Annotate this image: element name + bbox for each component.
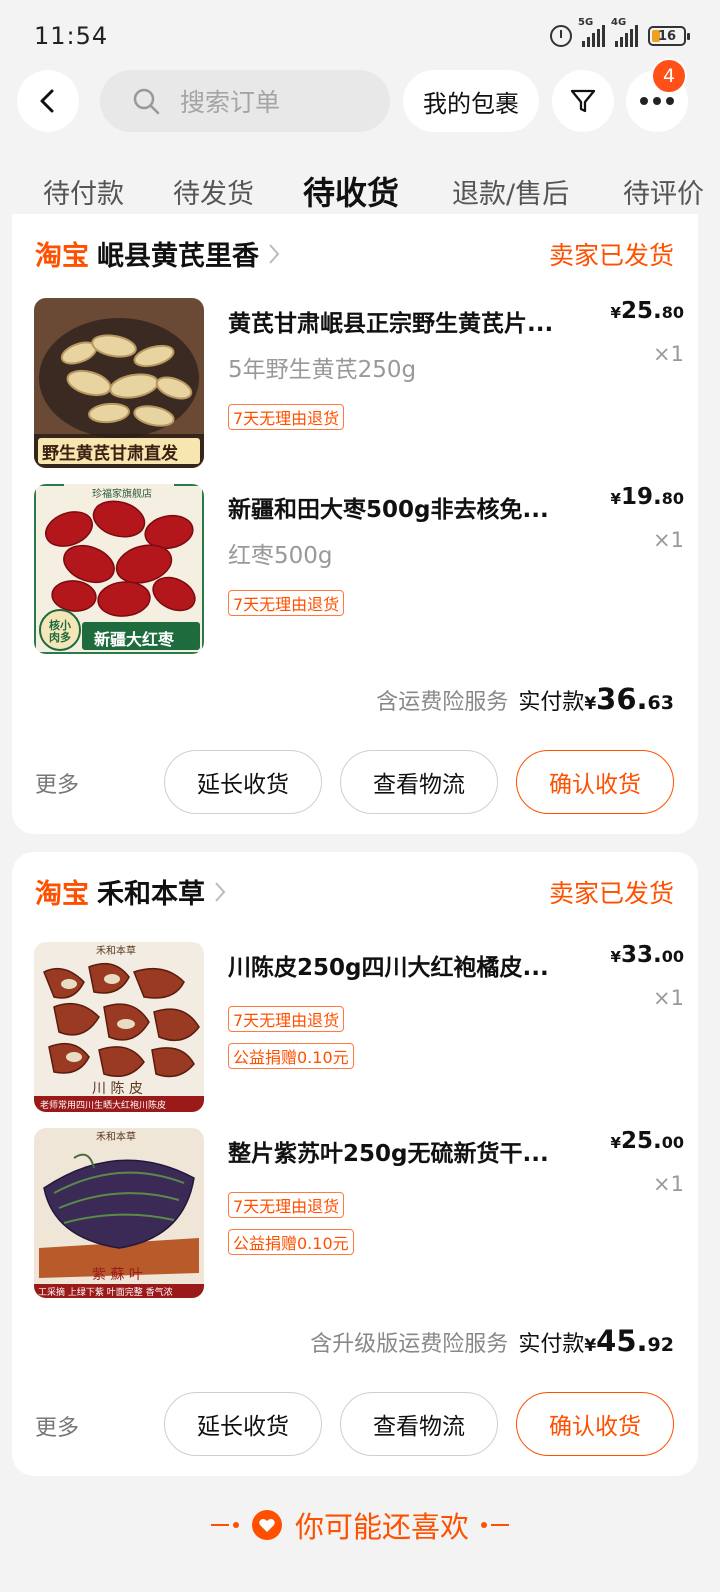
insurance-label: 含运费险服务 <box>376 690 509 715</box>
paid-label: 实付款 <box>518 1332 585 1357</box>
return-policy-tag: 7天无理由退货 <box>228 404 345 430</box>
thumb-store-label: 珍福家旗舰店 <box>92 489 152 500</box>
decor-right <box>481 1522 509 1528</box>
order-item[interactable]: 珍福家旗舰店 核小肉多 新疆大红枣 新疆和田大枣500g非去核免... 红枣50… <box>34 484 684 656</box>
shipping-status: 卖家已发货 <box>548 879 674 908</box>
signal-4g-icon: 4G <box>611 17 638 47</box>
thumb-caption: 川 陈 皮 <box>92 1081 143 1097</box>
product-quantity: ×1 <box>653 1172 684 1196</box>
more-link[interactable]: 更多 <box>35 767 79 799</box>
platform-label: 淘宝 <box>35 879 89 910</box>
product-sku: 红枣500g <box>228 543 333 569</box>
product-price: ¥33.00 <box>610 942 684 968</box>
tab-pending-payment[interactable]: 待付款 <box>43 172 124 211</box>
product-image[interactable]: 禾和本草 川 陈 皮 老师常用四川生晒大红袍川陈皮 <box>34 942 204 1112</box>
search-icon <box>133 88 160 115</box>
status-bar: 11:54 5G 4G 16 <box>0 0 720 72</box>
charity-tag: 公益捐赠0.10元 <box>228 1229 354 1255</box>
order-item[interactable]: 禾和本草 紫 蘇 叶 工采摘 上绿下紫 叶面完整 香气浓 整片紫苏叶250g无硫… <box>34 1128 684 1300</box>
thumb-brand: 禾和本草 <box>96 1132 136 1143</box>
thumb-caption: 新疆大红枣 <box>94 630 175 649</box>
order-total: 含升级版运费险服务 实付款 ¥ 45. 92 <box>310 1324 674 1358</box>
view-logistics-button[interactable]: 查看物流 <box>340 750 498 814</box>
product-title[interactable]: 川陈皮250g四川大红袍橘皮... <box>228 948 588 982</box>
tab-refund[interactable]: 退款/售后 <box>452 172 569 211</box>
product-title[interactable]: 黄芪甘肃岷县正宗野生黄芪片... <box>228 304 588 338</box>
extend-receipt-button[interactable]: 延长收货 <box>164 750 322 814</box>
filter-icon <box>570 89 596 113</box>
paid-amount: 36. <box>596 682 648 716</box>
more-dots-icon <box>640 97 674 105</box>
shop-name: 禾和本草 <box>97 879 205 910</box>
shop-header[interactable]: 淘宝 岷县黄芪里香 <box>35 234 281 273</box>
order-card: 淘宝 禾和本草 卖家已发货 禾和本草 川 陈 皮 老师常用四川生晒大红袍川陈皮 … <box>12 852 698 1476</box>
insurance-label: 含升级版运费险服务 <box>310 1332 509 1357</box>
alarm-icon <box>550 25 572 47</box>
tab-pending-shipment[interactable]: 待发货 <box>173 172 254 211</box>
thumb-strip: 工采摘 上绿下紫 叶面完整 香气浓 <box>38 1288 173 1298</box>
chevron-right-icon <box>215 881 226 902</box>
confirm-receipt-button[interactable]: 确认收货 <box>516 750 674 814</box>
search-placeholder: 搜索订单 <box>180 88 281 117</box>
order-tabs: 待付款 待发货 待收货 退款/售后 待评价 <box>0 160 720 220</box>
shop-header[interactable]: 淘宝 禾和本草 <box>35 872 227 911</box>
thumb-caption: 紫 蘇 叶 <box>92 1267 143 1283</box>
thumb-brand: 禾和本草 <box>96 946 136 957</box>
product-title[interactable]: 整片紫苏叶250g无硫新货干... <box>228 1134 588 1168</box>
product-title[interactable]: 新疆和田大枣500g非去核免... <box>228 490 588 524</box>
confirm-receipt-button[interactable]: 确认收货 <box>516 1392 674 1456</box>
search-input[interactable]: 搜索订单 <box>100 70 390 132</box>
paid-label: 实付款 <box>518 690 585 715</box>
product-image[interactable]: 野生黄芪甘肃直发 <box>34 298 204 468</box>
thumb-strip: 老师常用四川生晒大红袍川陈皮 <box>40 1101 167 1111</box>
product-image[interactable]: 珍福家旗舰店 核小肉多 新疆大红枣 <box>34 484 204 654</box>
product-price: ¥25.80 <box>610 298 684 324</box>
heart-icon <box>251 1510 282 1540</box>
product-quantity: ×1 <box>653 528 684 552</box>
paid-amount: 45. <box>596 1324 648 1358</box>
product-price: ¥25.00 <box>610 1128 684 1154</box>
product-price: ¥19.80 <box>610 484 684 510</box>
charity-tag: 公益捐赠0.10元 <box>228 1043 354 1069</box>
order-card: 淘宝 岷县黄芪里香 卖家已发货 野生黄芪甘肃直发 黄芪甘肃岷县正宗野生黄芪片..… <box>12 214 698 834</box>
battery-level: 16 <box>657 28 677 44</box>
more-link[interactable]: 更多 <box>35 1410 79 1442</box>
order-item[interactable]: 禾和本草 川 陈 皮 老师常用四川生晒大红袍川陈皮 川陈皮250g四川大红袍橘皮… <box>34 942 684 1114</box>
view-logistics-button[interactable]: 查看物流 <box>340 1392 498 1456</box>
tab-pending-receipt[interactable]: 待收货 <box>303 168 399 214</box>
order-total: 含运费险服务 实付款 ¥ 36. 63 <box>376 682 674 716</box>
return-policy-tag: 7天无理由退货 <box>228 1006 345 1032</box>
product-sku: 5年野生黄芪250g <box>228 357 417 383</box>
return-policy-tag: 7天无理由退货 <box>228 1192 345 1218</box>
shipping-status: 卖家已发货 <box>548 241 674 270</box>
product-quantity: ×1 <box>653 986 684 1010</box>
shop-name: 岷县黄芪里香 <box>97 241 259 272</box>
notification-badge: 4 <box>651 58 687 94</box>
decor-left <box>210 1522 239 1528</box>
back-button[interactable] <box>17 70 79 132</box>
chevron-right-icon <box>269 243 280 264</box>
chevron-left-icon <box>40 89 54 113</box>
tab-pending-review[interactable]: 待评价 <box>623 172 704 211</box>
recommend-label: 你可能还喜欢 <box>294 1510 469 1544</box>
order-item[interactable]: 野生黄芪甘肃直发 黄芪甘肃岷县正宗野生黄芪片... 5年野生黄芪250g 7天无… <box>34 298 684 470</box>
filter-button[interactable] <box>552 70 614 132</box>
recommend-header: 你可能还喜欢 <box>0 1500 720 1550</box>
platform-label: 淘宝 <box>35 241 89 272</box>
header: 搜索订单 我的包裹 4 <box>0 58 720 134</box>
extend-receipt-button[interactable]: 延长收货 <box>164 1392 322 1456</box>
my-packages-button[interactable]: 我的包裹 <box>403 70 539 132</box>
product-quantity: ×1 <box>653 342 684 366</box>
thumb-caption: 野生黄芪甘肃直发 <box>42 444 178 464</box>
signal-5g-icon: 5G <box>578 17 605 47</box>
battery-icon: 16 <box>648 26 690 46</box>
status-icons: 5G 4G 16 <box>550 17 690 47</box>
status-time: 11:54 <box>34 22 109 50</box>
return-policy-tag: 7天无理由退货 <box>228 590 345 616</box>
thumb-badge: 核小肉多 <box>49 619 71 644</box>
product-image[interactable]: 禾和本草 紫 蘇 叶 工采摘 上绿下紫 叶面完整 香气浓 <box>34 1128 204 1298</box>
